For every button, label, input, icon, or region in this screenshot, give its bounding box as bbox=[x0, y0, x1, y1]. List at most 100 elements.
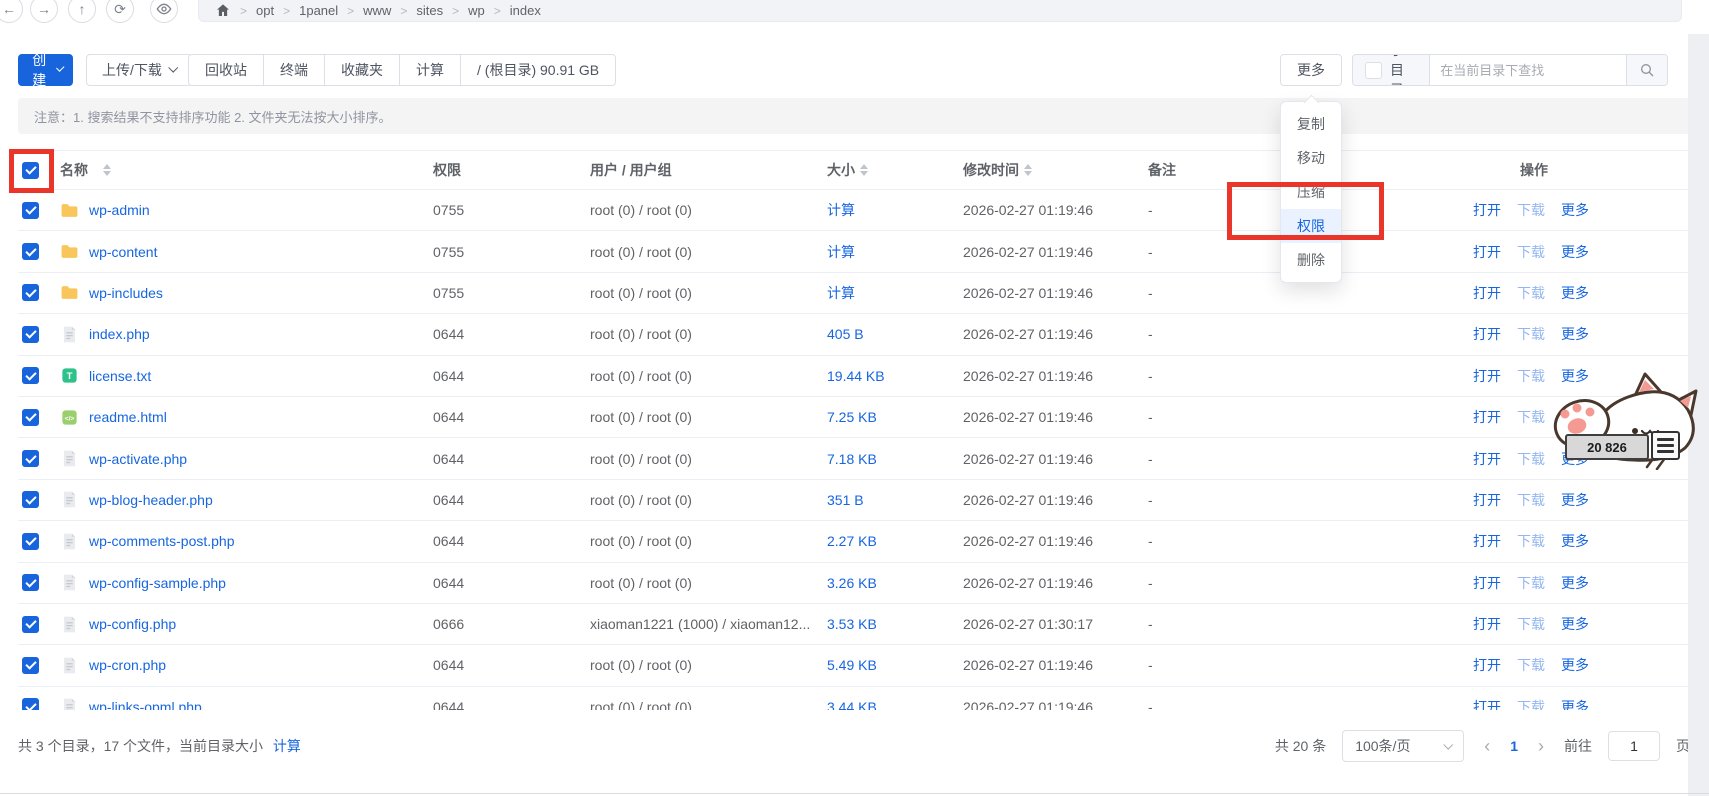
row-action-download[interactable]: 下载 bbox=[1517, 407, 1545, 427]
file-name-link[interactable]: wp-config.php bbox=[89, 616, 176, 632]
row-checkbox[interactable] bbox=[22, 491, 39, 508]
file-name-link[interactable]: index.php bbox=[89, 326, 150, 342]
file-size-link[interactable]: 计算 bbox=[827, 202, 855, 218]
row-action-download[interactable]: 下载 bbox=[1517, 242, 1545, 262]
toolbar-group-button[interactable]: 计算 bbox=[400, 55, 461, 85]
breadcrumb-item[interactable]: 1panel bbox=[299, 3, 338, 18]
row-action-download[interactable]: 下载 bbox=[1517, 449, 1545, 469]
row-checkbox[interactable] bbox=[22, 450, 39, 467]
file-size-link[interactable]: 351 B bbox=[827, 492, 864, 508]
bongo-cat-widget[interactable]: 20 826 bbox=[1550, 370, 1698, 470]
file-size-link[interactable]: 3.53 KB bbox=[827, 616, 877, 632]
row-action-download[interactable]: 下载 bbox=[1517, 490, 1545, 510]
row-action-open[interactable]: 打开 bbox=[1473, 242, 1501, 262]
file-size-link[interactable]: 3.44 KB bbox=[827, 699, 877, 710]
breadcrumb-item[interactable]: opt bbox=[256, 3, 274, 18]
file-name-link[interactable]: wp-links-opml.php bbox=[89, 699, 202, 710]
file-size-link[interactable]: 7.18 KB bbox=[827, 451, 877, 467]
row-action-more[interactable]: 更多 bbox=[1561, 242, 1589, 262]
row-action-open[interactable]: 打开 bbox=[1473, 614, 1501, 634]
column-header-modified-time[interactable]: 修改时间 bbox=[963, 160, 1019, 180]
upload-download-button[interactable]: 上传/下载 bbox=[86, 54, 192, 86]
file-size-link[interactable]: 计算 bbox=[827, 244, 855, 260]
file-name-link[interactable]: wp-comments-post.php bbox=[89, 533, 235, 549]
row-action-open[interactable]: 打开 bbox=[1473, 490, 1501, 510]
toolbar-group-button[interactable]: 终端 bbox=[264, 55, 325, 85]
breadcrumb-item[interactable]: www bbox=[363, 3, 391, 18]
row-action-download[interactable]: 下载 bbox=[1517, 324, 1545, 344]
file-name-link[interactable]: wp-cron.php bbox=[89, 657, 166, 673]
next-page-icon[interactable]: › bbox=[1534, 736, 1548, 757]
toolbar-group-button[interactable]: / (根目录) 90.91 GB bbox=[461, 55, 615, 85]
row-action-download[interactable]: 下载 bbox=[1517, 531, 1545, 551]
breadcrumb-item[interactable]: index bbox=[510, 3, 541, 18]
row-checkbox[interactable] bbox=[22, 326, 39, 343]
row-action-download[interactable]: 下载 bbox=[1517, 655, 1545, 675]
row-action-more[interactable]: 更多 bbox=[1561, 200, 1589, 220]
create-button[interactable]: 创建 bbox=[18, 54, 73, 86]
row-action-more[interactable]: 更多 bbox=[1561, 573, 1589, 593]
file-name-link[interactable]: wp-blog-header.php bbox=[89, 492, 213, 508]
toolbar-group-button[interactable]: 收藏夹 bbox=[325, 55, 400, 85]
sort-icon[interactable] bbox=[860, 164, 868, 176]
row-checkbox[interactable] bbox=[22, 243, 39, 260]
row-checkbox[interactable] bbox=[22, 616, 39, 633]
row-action-more[interactable]: 更多 bbox=[1561, 614, 1589, 634]
preview-eye-icon[interactable] bbox=[150, 0, 178, 23]
row-action-open[interactable]: 打开 bbox=[1473, 283, 1501, 303]
row-action-download[interactable]: 下载 bbox=[1517, 573, 1545, 593]
row-action-download[interactable]: 下载 bbox=[1517, 697, 1545, 710]
page-size-select[interactable]: 100条/页 bbox=[1342, 730, 1464, 762]
home-icon[interactable] bbox=[215, 2, 231, 18]
row-action-download[interactable]: 下载 bbox=[1517, 200, 1545, 220]
row-action-more[interactable]: 更多 bbox=[1561, 490, 1589, 510]
row-action-open[interactable]: 打开 bbox=[1473, 366, 1501, 386]
menu-item[interactable]: 移动 bbox=[1281, 141, 1341, 175]
column-header-name[interactable]: 名称 bbox=[60, 160, 88, 180]
row-action-open[interactable]: 打开 bbox=[1473, 573, 1501, 593]
row-checkbox[interactable] bbox=[22, 409, 39, 426]
row-action-download[interactable]: 下载 bbox=[1517, 366, 1545, 386]
row-action-open[interactable]: 打开 bbox=[1473, 531, 1501, 551]
subdirectory-checkbox[interactable] bbox=[1365, 62, 1382, 79]
file-size-link[interactable]: 405 B bbox=[827, 326, 864, 342]
goto-page-input[interactable] bbox=[1608, 731, 1660, 761]
file-name-link[interactable]: wp-config-sample.php bbox=[89, 575, 226, 591]
row-action-open[interactable]: 打开 bbox=[1473, 655, 1501, 675]
file-name-link[interactable]: readme.html bbox=[89, 409, 167, 425]
file-name-link[interactable]: wp-includes bbox=[89, 285, 163, 301]
row-checkbox[interactable] bbox=[22, 202, 39, 219]
row-action-open[interactable]: 打开 bbox=[1473, 407, 1501, 427]
sort-icon[interactable] bbox=[1024, 164, 1032, 176]
subdirectory-toggle[interactable]: 子目录 bbox=[1353, 55, 1430, 85]
row-action-download[interactable]: 下载 bbox=[1517, 283, 1545, 303]
row-action-open[interactable]: 打开 bbox=[1473, 324, 1501, 344]
up-icon[interactable]: ↑ bbox=[68, 0, 96, 23]
file-name-link[interactable]: wp-admin bbox=[89, 202, 150, 218]
more-button[interactable]: 更多 bbox=[1280, 54, 1342, 86]
toolbar-group-button[interactable]: 回收站 bbox=[189, 55, 264, 85]
row-checkbox[interactable] bbox=[22, 698, 39, 710]
search-input[interactable] bbox=[1430, 55, 1626, 85]
row-checkbox[interactable] bbox=[22, 533, 39, 550]
file-size-link[interactable]: 计算 bbox=[827, 285, 855, 301]
row-action-download[interactable]: 下载 bbox=[1517, 614, 1545, 634]
breadcrumb-item[interactable]: wp bbox=[468, 3, 485, 18]
menu-item[interactable]: 复制 bbox=[1281, 107, 1341, 141]
file-name-link[interactable]: license.txt bbox=[89, 368, 151, 384]
search-button[interactable] bbox=[1626, 55, 1667, 85]
file-size-link[interactable]: 7.25 KB bbox=[827, 409, 877, 425]
file-name-link[interactable]: wp-content bbox=[89, 244, 157, 260]
row-action-more[interactable]: 更多 bbox=[1561, 531, 1589, 551]
prev-page-icon[interactable]: ‹ bbox=[1480, 736, 1494, 757]
menu-item[interactable]: 删除 bbox=[1281, 243, 1341, 277]
row-action-more[interactable]: 更多 bbox=[1561, 697, 1589, 710]
file-size-link[interactable]: 5.49 KB bbox=[827, 657, 877, 673]
row-action-more[interactable]: 更多 bbox=[1561, 283, 1589, 303]
row-checkbox[interactable] bbox=[22, 284, 39, 301]
widget-menu-button[interactable] bbox=[1651, 431, 1680, 460]
breadcrumb-item[interactable]: sites bbox=[416, 3, 443, 18]
refresh-icon[interactable]: ⟳ bbox=[106, 0, 134, 23]
file-size-link[interactable]: 2.27 KB bbox=[827, 533, 877, 549]
row-checkbox[interactable] bbox=[22, 367, 39, 384]
